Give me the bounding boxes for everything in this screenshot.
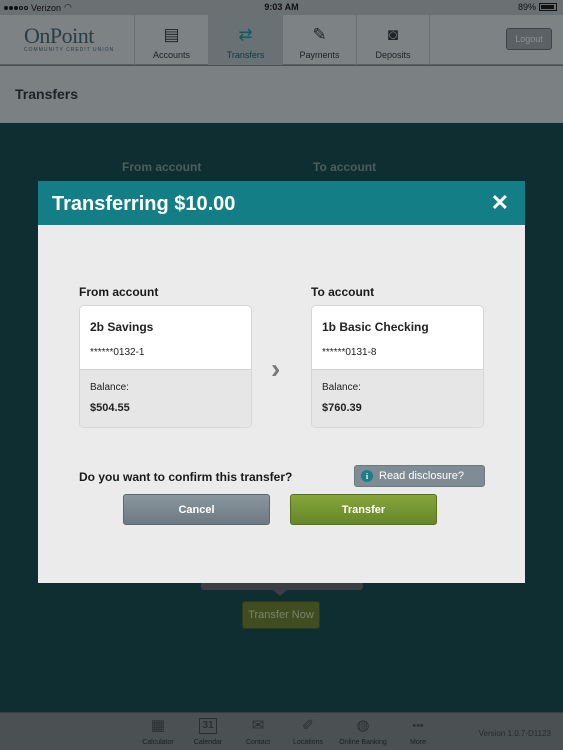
to-account-number: ******0131-8 [322, 347, 377, 358]
read-disclosure-button[interactable]: i Read disclosure? [354, 465, 485, 487]
battery-percent: 89% [517, 2, 536, 12]
globe-icon: ◍ [356, 717, 370, 734]
envelope-icon: ✉ [251, 717, 265, 734]
confirm-transfer-dialog: Transferring $10.00 ✕ From account To ac… [38, 181, 525, 583]
bottom-toolbar: ▦ Calculator 31 Calendar ✉ Contact ✐ Loc… [0, 712, 563, 750]
bg-to-label: To account [313, 160, 377, 174]
close-icon[interactable]: ✕ [491, 190, 509, 216]
battery-status: 89% [518, 2, 557, 12]
dialog-header: Transferring $10.00 ✕ [38, 181, 525, 225]
from-account-card: 2b Savings ******0132-1 Balance: $504.55 [79, 305, 252, 428]
bg-from-label: From account [122, 160, 202, 174]
to-account-card: 1b Basic Checking ******0131-8 Balance: … [311, 305, 484, 428]
to-balance-label: Balance: [322, 382, 361, 393]
transfer-now-button: Transfer Now [242, 601, 320, 629]
from-balance-value: $504.55 [90, 402, 130, 414]
toolbar-more[interactable]: ••• More [393, 713, 443, 750]
toolbar-calculator[interactable]: ▦ Calculator [133, 713, 183, 750]
battery-icon [539, 3, 557, 11]
nav-label: Transfers [226, 50, 265, 60]
nav-label: Accounts [152, 50, 191, 60]
onpoint-logo[interactable]: OnPoint COMMUNITY CREDIT UNION [24, 23, 114, 53]
cancel-button[interactable]: Cancel [123, 494, 270, 525]
nav-transfers[interactable]: ⇄ Transfers [208, 15, 282, 65]
check-pen-icon: ✎ [312, 25, 327, 44]
nav-label: Payments [299, 50, 340, 60]
from-account-name: 2b Savings [90, 320, 154, 334]
transfer-arrows-icon: ⇄ [238, 25, 253, 44]
toolbar-label: More [410, 739, 426, 746]
toolbar-calendar[interactable]: 31 Calendar [183, 713, 233, 750]
camera-icon: ◙ [387, 25, 399, 44]
toolbar-contact[interactable]: ✉ Contact [233, 713, 283, 750]
transfer-button[interactable]: Transfer [290, 494, 437, 525]
more-icon: ••• [412, 720, 424, 732]
from-account-label: From account [79, 285, 159, 299]
toolbar-locations[interactable]: ✐ Locations [283, 713, 333, 750]
toolbar-label: Calendar [193, 739, 223, 746]
pin-icon: ✐ [301, 717, 315, 734]
from-balance-label: Balance: [90, 382, 129, 393]
to-balance-value: $760.39 [322, 402, 362, 414]
nav-payments[interactable]: ✎ Payments [282, 15, 356, 65]
disclosure-label: Read disclosure? [379, 470, 464, 482]
chevron-right-icon: › [271, 353, 281, 384]
dialog-title: Transferring $10.00 [52, 193, 236, 215]
info-icon: i [361, 470, 373, 482]
wallet-icon: ▤ [163, 25, 180, 44]
nav-accounts[interactable]: ▤ Accounts [134, 15, 208, 65]
logo-name: OnPoint [24, 23, 94, 48]
confirm-question: Do you want to confirm this transfer? [79, 470, 293, 484]
calculator-icon: ▦ [150, 717, 166, 734]
logout-button[interactable]: Logout [506, 28, 552, 50]
toolbar-label: Online Banking [339, 739, 387, 746]
status-time: 9:03 AM [264, 2, 299, 12]
toolbar-label: Locations [293, 739, 323, 746]
page-title-band: Transfers [0, 66, 563, 123]
app-header: OnPoint COMMUNITY CREDIT UNION ▤ Account… [0, 15, 563, 65]
to-account-name: 1b Basic Checking [322, 320, 429, 334]
toolbar-label: Contact [245, 739, 271, 746]
toolbar-online-banking[interactable]: ◍ Online Banking [333, 713, 393, 750]
main-nav: ▤ Accounts ⇄ Transfers ✎ Payments ◙ Depo… [134, 15, 430, 65]
page-title: Transfers [15, 86, 79, 102]
version-label: Version 1.0.7-D1123 [478, 729, 551, 738]
calendar-icon: 31 [199, 718, 217, 734]
toolbar-label: Calculator [142, 739, 174, 746]
logo-subtitle: COMMUNITY CREDIT UNION [24, 47, 115, 53]
nav-deposits[interactable]: ◙ Deposits [356, 15, 430, 65]
status-bar: Verizon ◠ 9:03 AM 89% [0, 0, 563, 15]
to-account-label: To account [311, 285, 375, 299]
from-account-number: ******0132-1 [90, 347, 145, 358]
nav-label: Deposits [375, 50, 411, 60]
